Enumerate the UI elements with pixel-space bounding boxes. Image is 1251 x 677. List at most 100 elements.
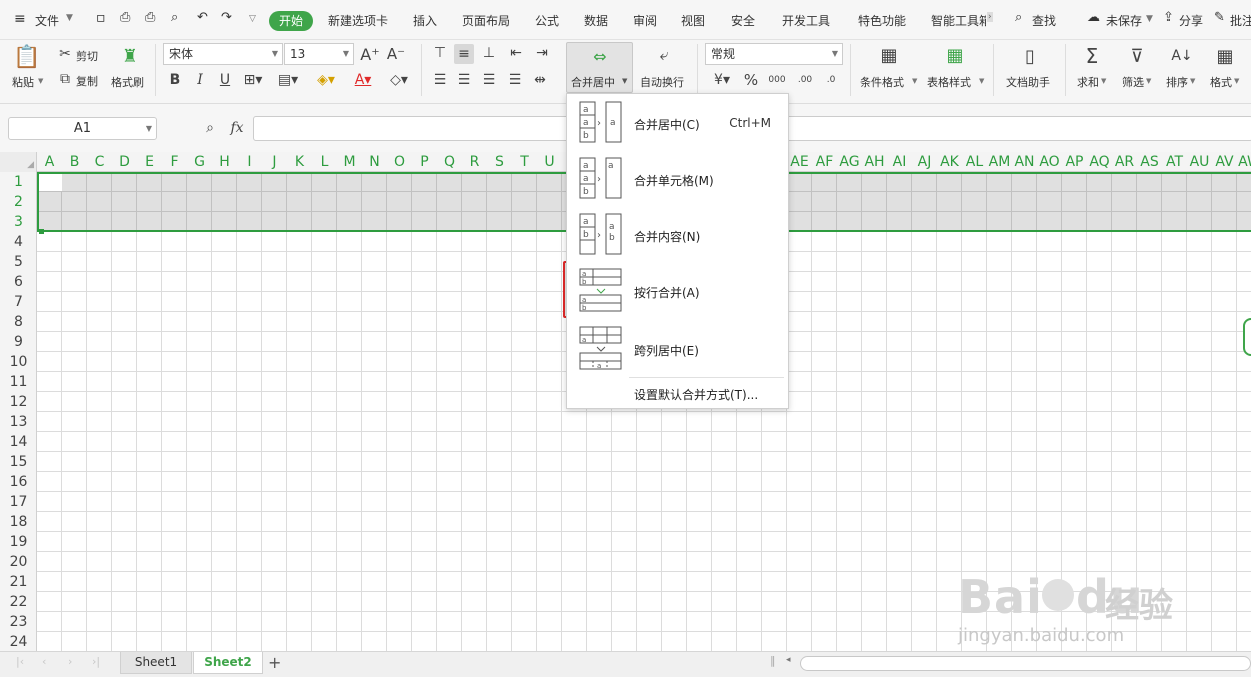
next-sheet-icon[interactable]: › (68, 655, 72, 668)
column-header-j[interactable]: J (262, 154, 287, 170)
row-header-16[interactable]: 16 (0, 472, 37, 492)
table-style-icon[interactable]: ▦ (942, 44, 968, 66)
zoom-formula-icon[interactable]: ⌕ (201, 119, 219, 137)
column-header-af[interactable]: AF (812, 154, 837, 170)
row-header-11[interactable]: 11 (0, 372, 37, 392)
sort-button[interactable]: 排序 (1166, 74, 1188, 90)
fill-handle[interactable] (39, 229, 44, 234)
tab-formulas[interactable]: 公式 (535, 12, 559, 29)
column-header-p[interactable]: P (412, 154, 437, 170)
select-all-corner[interactable]: ◢ (0, 152, 37, 172)
column-header-s[interactable]: S (487, 154, 512, 170)
first-sheet-icon[interactable]: |‹ (16, 655, 24, 668)
row-header-6[interactable]: 6 (0, 272, 37, 292)
paste-dropdown-icon[interactable]: ▼ (38, 77, 43, 85)
distributed-icon[interactable]: ⇹ (530, 71, 550, 89)
column-header-q[interactable]: Q (437, 154, 462, 170)
cond-format-button[interactable]: 条件格式 (860, 74, 904, 90)
number-format-select[interactable]: 常规 ▼ (705, 43, 843, 65)
justify-icon[interactable]: ☰ (506, 71, 524, 89)
column-header-ag[interactable]: AG (837, 154, 862, 170)
tab-home[interactable]: 开始 (269, 11, 313, 31)
splitter-icon[interactable]: ‖ (770, 654, 776, 667)
last-sheet-icon[interactable]: ›| (92, 655, 100, 668)
table-style-dropdown-icon[interactable]: ▼ (979, 77, 984, 85)
fill-color-icon[interactable]: ◈▾ (312, 71, 340, 89)
copy-button[interactable]: 复制 (76, 73, 98, 89)
currency-icon[interactable]: ¥▾ (708, 71, 736, 89)
cond-format-dropdown-icon[interactable]: ▼ (912, 77, 917, 85)
column-header-c[interactable]: C (87, 154, 112, 170)
horizontal-scrollbar[interactable] (800, 656, 1251, 671)
row-header-9[interactable]: 9 (0, 332, 37, 352)
column-header-h[interactable]: H (212, 154, 237, 170)
row-header-14[interactable]: 14 (0, 432, 37, 452)
annotate-button[interactable]: 批注 (1230, 12, 1251, 29)
unsaved-dropdown-icon[interactable]: ▼ (1146, 14, 1153, 24)
column-header-g[interactable]: G (187, 154, 212, 170)
tab-developer[interactable]: 开发工具 (782, 12, 830, 29)
file-dropdown-icon[interactable]: ▼ (66, 13, 73, 23)
search-icon[interactable]: ⌕ (1015, 10, 1022, 25)
tab-view[interactable]: 视图 (681, 12, 705, 29)
row-header-15[interactable]: 15 (0, 452, 37, 472)
column-header-an[interactable]: AN (1012, 154, 1037, 170)
format-icon[interactable]: ▦ (1213, 44, 1237, 68)
align-right-icon[interactable]: ☰ (480, 71, 498, 89)
row-header-4[interactable]: 4 (0, 232, 37, 252)
fx-icon[interactable]: fx (227, 119, 247, 137)
tab-data[interactable]: 数据 (584, 12, 608, 29)
share-button[interactable]: 分享 (1179, 12, 1203, 29)
row-header-8[interactable]: 8 (0, 312, 37, 332)
column-header-k[interactable]: K (287, 154, 312, 170)
column-header-f[interactable]: F (162, 154, 187, 170)
font-name-select[interactable]: 宋体 ▼ (163, 43, 283, 65)
column-header-l[interactable]: L (312, 154, 337, 170)
file-menu[interactable]: 文件 (35, 12, 59, 29)
row-header-19[interactable]: 19 (0, 532, 37, 552)
row-header-1[interactable]: 1 (0, 172, 37, 192)
paste-icon[interactable]: 📋 (13, 44, 40, 70)
format-painter-button[interactable]: 格式刷 (111, 74, 144, 90)
row-header-3[interactable]: 3 (0, 212, 37, 232)
column-header-aj[interactable]: AJ (912, 154, 937, 170)
sum-button[interactable]: 求和 (1077, 74, 1099, 90)
column-header-r[interactable]: R (462, 154, 487, 170)
column-header-o[interactable]: O (387, 154, 412, 170)
column-header-at[interactable]: AT (1162, 154, 1187, 170)
prev-sheet-icon[interactable]: ‹ (42, 655, 46, 668)
clear-format-icon[interactable]: ◇▾ (386, 71, 412, 89)
align-middle-icon[interactable]: ≡ (454, 44, 474, 64)
menu-item-merge-content[interactable]: ab › ab 合并内容(N) (567, 206, 788, 262)
menu-item-merge-cells[interactable]: aab › a 合并单元格(M) (567, 150, 788, 206)
row-header-22[interactable]: 22 (0, 592, 37, 612)
sheet-tab-sheet1[interactable]: Sheet1 (120, 652, 192, 674)
menu-item-center-across[interactable]: a a 跨列居中(E) (567, 320, 788, 376)
row-header-17[interactable]: 17 (0, 492, 37, 512)
merge-center-button[interactable]: ⇔ 合并居中 ▼ (566, 42, 633, 93)
format-painter-icon[interactable]: ♜ (119, 44, 141, 68)
increase-decimal-icon[interactable]: .00 (794, 71, 816, 89)
name-box[interactable]: A1 ▼ (8, 117, 157, 140)
align-left-icon[interactable]: ☰ (431, 71, 449, 89)
menu-item-merge-center[interactable]: aab › a 合并居中(C) Ctrl+M (567, 94, 788, 150)
tab-features[interactable]: 特色功能 (858, 12, 906, 29)
column-header-aw[interactable]: AW (1237, 154, 1251, 170)
row-header-20[interactable]: 20 (0, 552, 37, 572)
tab-security[interactable]: 安全 (731, 12, 755, 29)
copy-icon[interactable]: ⧉ (57, 71, 73, 87)
column-header-ak[interactable]: AK (937, 154, 962, 170)
border-icon[interactable]: ⊞▾ (242, 71, 264, 89)
row-header-21[interactable]: 21 (0, 572, 37, 592)
sheet-tab-sheet2[interactable]: Sheet2 (193, 652, 263, 674)
row-header-2[interactable]: 2 (0, 192, 37, 212)
sum-icon[interactable]: Σ (1080, 44, 1104, 68)
italic-icon[interactable]: I (191, 71, 209, 89)
column-header-n[interactable]: N (362, 154, 387, 170)
row-header-13[interactable]: 13 (0, 412, 37, 432)
paste-button[interactable]: 粘贴 (12, 74, 34, 90)
sort-icon[interactable]: A↓ (1170, 44, 1194, 68)
decrease-decimal-icon[interactable]: .0 (820, 71, 842, 89)
column-header-as[interactable]: AS (1137, 154, 1162, 170)
column-header-ah[interactable]: AH (862, 154, 887, 170)
